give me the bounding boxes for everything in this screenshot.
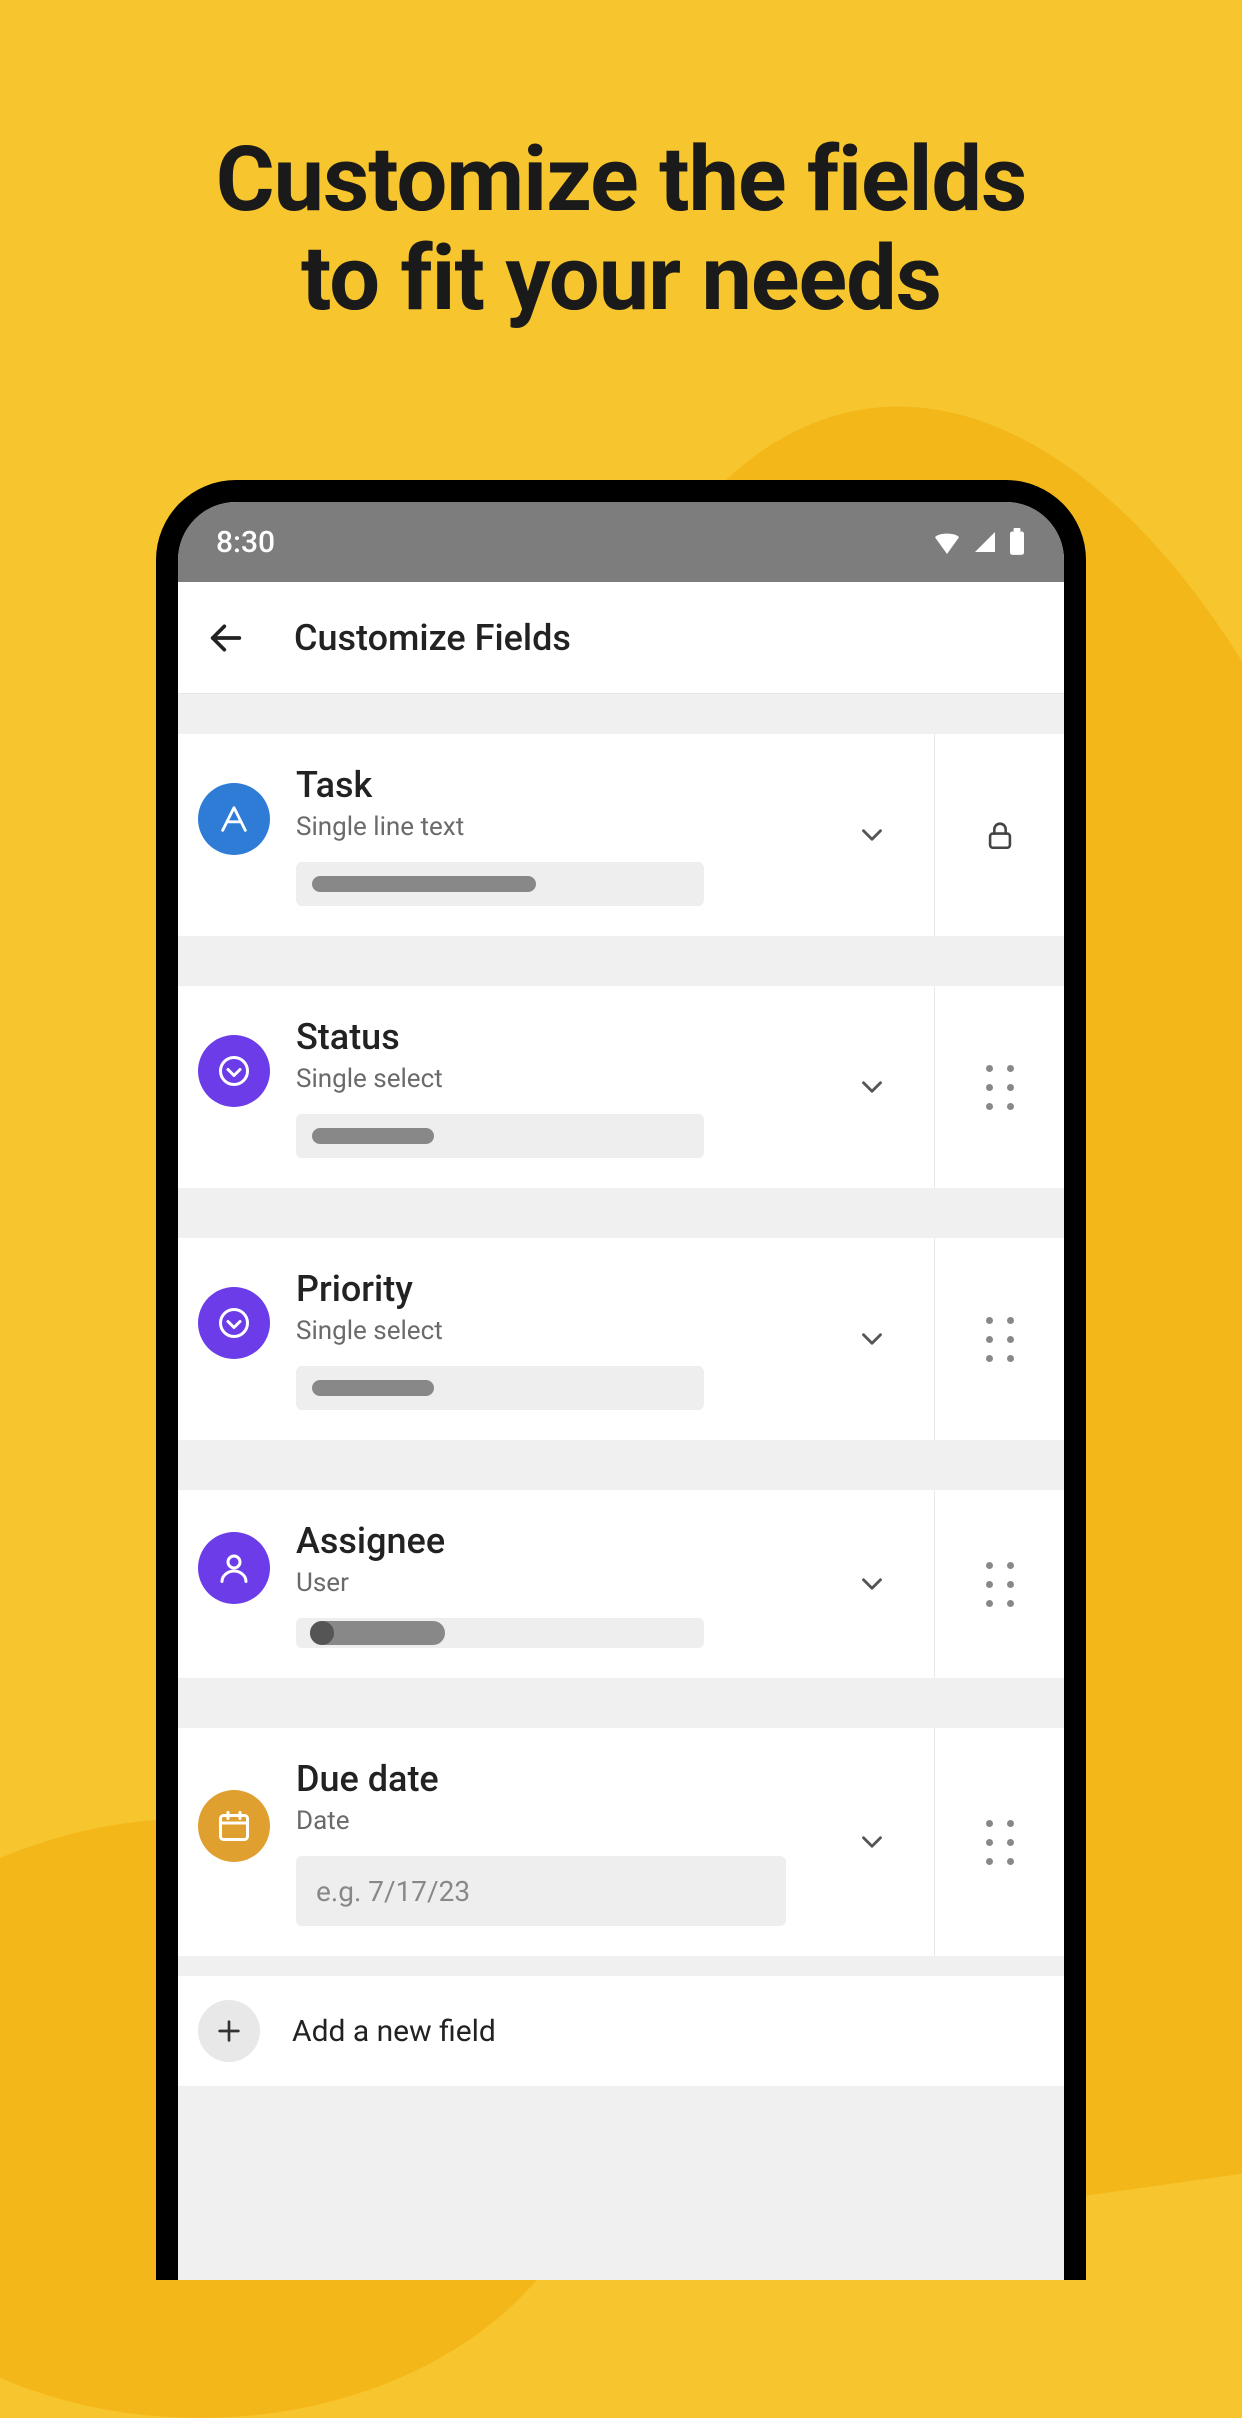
expand-button[interactable] — [830, 1567, 914, 1601]
field-preview — [296, 1114, 704, 1158]
field-body: Status Single select — [296, 1016, 804, 1158]
chevron-down-icon — [855, 1825, 889, 1859]
phone-frame: 8:30 Customize Fields — [156, 480, 1086, 2280]
field-row-priority[interactable]: Priority Single select — [178, 1238, 1064, 1440]
chevron-circle-icon — [198, 1287, 270, 1359]
drag-dots-icon — [986, 1820, 1014, 1865]
status-bar: 8:30 — [178, 502, 1064, 582]
user-icon — [198, 1532, 270, 1604]
field-name: Status — [296, 1016, 804, 1058]
field-main: Task Single line text — [178, 734, 934, 936]
status-time: 8:30 — [216, 525, 275, 560]
chevron-down-icon — [855, 1322, 889, 1356]
expand-button[interactable] — [830, 1825, 914, 1859]
add-field-label: Add a new field — [292, 2014, 496, 2049]
chevron-down-icon — [855, 818, 889, 852]
calendar-icon — [198, 1790, 270, 1862]
preview-user-chip — [310, 1621, 445, 1645]
expand-button[interactable] — [830, 1322, 914, 1356]
page-title: Customize Fields — [294, 617, 571, 659]
field-main: Assignee User — [178, 1490, 934, 1678]
chevron-down-icon — [855, 1070, 889, 1104]
status-icons — [932, 528, 1026, 556]
drag-dots-icon — [986, 1065, 1014, 1110]
field-name: Task — [296, 764, 804, 806]
field-name: Priority — [296, 1268, 804, 1310]
back-button[interactable] — [206, 618, 246, 658]
field-main: Status Single select — [178, 986, 934, 1188]
phone-screen: 8:30 Customize Fields — [178, 502, 1064, 2280]
field-row-task[interactable]: Task Single line text — [178, 734, 1064, 936]
field-body: Assignee User — [296, 1520, 804, 1648]
field-name: Assignee — [296, 1520, 804, 1562]
field-type: Single select — [296, 1316, 804, 1346]
field-type: User — [296, 1568, 804, 1598]
field-row-due-date[interactable]: Due date Date e.g. 7/17/23 — [178, 1728, 1064, 1956]
field-name: Due date — [296, 1758, 804, 1800]
expand-button[interactable] — [830, 1070, 914, 1104]
preview-fill — [312, 876, 536, 892]
field-body: Due date Date e.g. 7/17/23 — [296, 1758, 804, 1926]
field-preview — [296, 1366, 704, 1410]
letter-a-icon — [198, 783, 270, 855]
field-lock-area — [934, 734, 1064, 936]
field-type: Single select — [296, 1064, 804, 1094]
expand-button[interactable] — [830, 818, 914, 852]
battery-icon — [1008, 528, 1026, 556]
headline-line-1: Customize the fields — [216, 127, 1027, 232]
wifi-icon — [932, 530, 962, 554]
drag-handle[interactable] — [934, 1238, 1064, 1440]
drag-handle[interactable] — [934, 1490, 1064, 1678]
preview-fill — [312, 1128, 434, 1144]
drag-dots-icon — [986, 1562, 1014, 1607]
field-type: Date — [296, 1806, 804, 1836]
field-type: Single line text — [296, 812, 804, 842]
chevron-circle-icon — [198, 1035, 270, 1107]
lock-icon — [983, 818, 1017, 852]
chevron-down-icon — [855, 1567, 889, 1601]
drag-dots-icon — [986, 1317, 1014, 1362]
fields-list[interactable]: Task Single line text — [178, 694, 1064, 2280]
field-body: Task Single line text — [296, 764, 804, 906]
drag-handle[interactable] — [934, 986, 1064, 1188]
list-top-spacer — [178, 694, 1064, 734]
field-placeholder: e.g. 7/17/23 — [296, 1856, 786, 1926]
arrow-left-icon — [206, 618, 246, 658]
plus-icon — [198, 2000, 260, 2062]
preview-fill — [312, 1380, 434, 1396]
headline-line-2: to fit your needs — [301, 226, 941, 331]
signal-icon — [972, 530, 998, 554]
marketing-headline: Customize the fields to fit your needs — [0, 0, 1242, 328]
drag-handle[interactable] — [934, 1728, 1064, 1956]
field-preview — [296, 1618, 704, 1648]
field-main: Due date Date e.g. 7/17/23 — [178, 1728, 934, 1956]
app-bar: Customize Fields — [178, 582, 1064, 694]
add-field-button[interactable]: Add a new field — [178, 1976, 1064, 2086]
field-body: Priority Single select — [296, 1268, 804, 1410]
field-row-assignee[interactable]: Assignee User — [178, 1490, 1064, 1678]
field-preview — [296, 862, 704, 906]
field-row-status[interactable]: Status Single select — [178, 986, 1064, 1188]
field-main: Priority Single select — [178, 1238, 934, 1440]
